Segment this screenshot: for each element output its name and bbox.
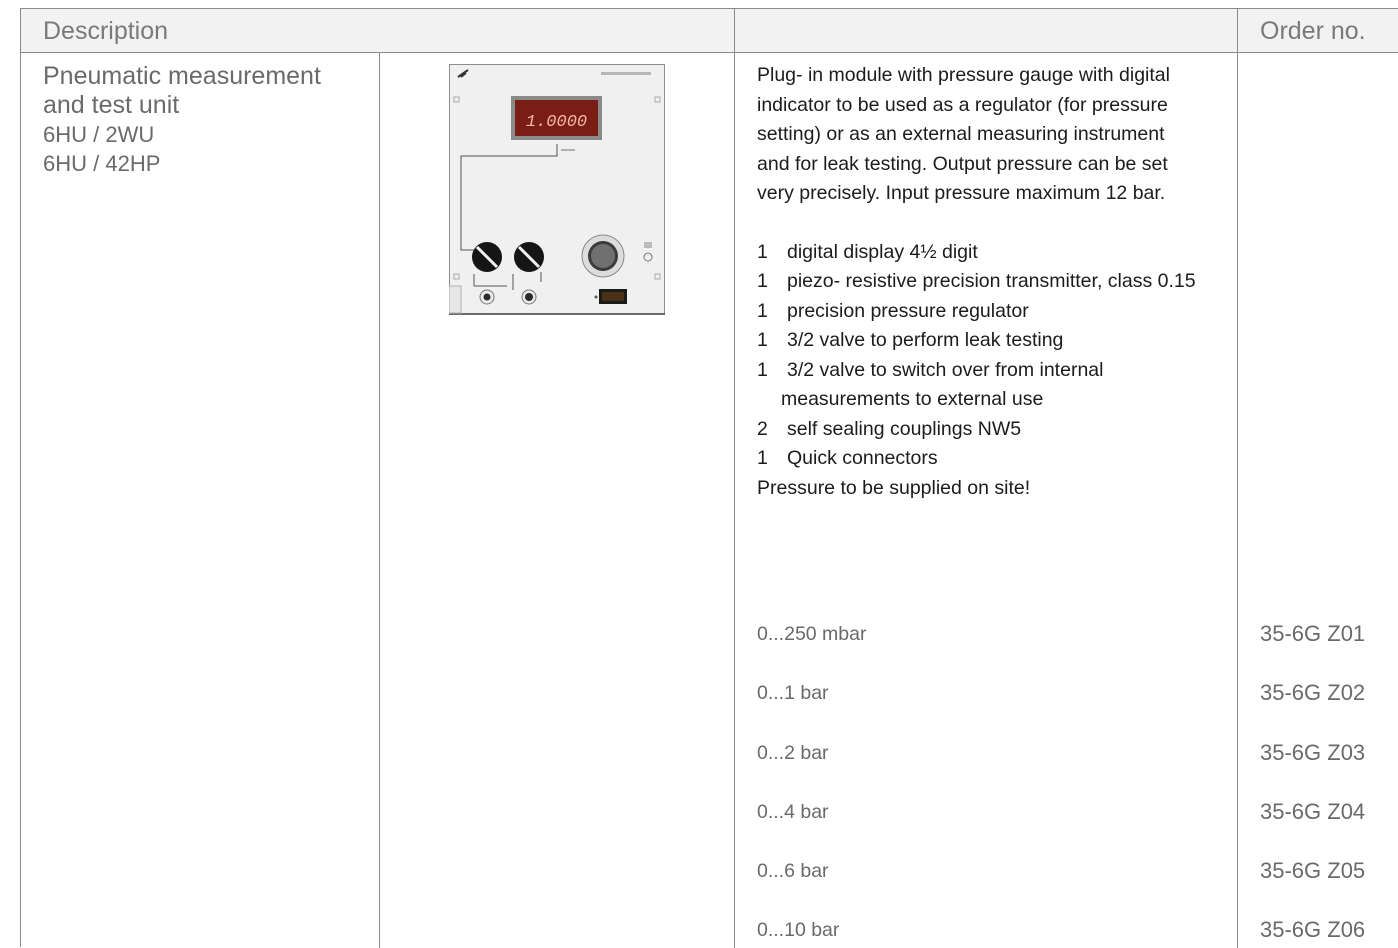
product-name-line: Pneumatic measurement — [43, 62, 321, 90]
list-item: 1 3/2 valve to perform leak testing — [757, 326, 1227, 356]
variant-order-no: 35-6G Z02 — [1260, 680, 1366, 705]
item-qty: 1 — [757, 329, 768, 351]
variant-order-no: 35-6G Z05 — [1260, 858, 1366, 883]
item-text: Quick connectors — [787, 447, 938, 469]
description-line: setting) or as an external measuring ins… — [757, 123, 1165, 145]
variant-range: 0...6 bar — [757, 860, 829, 882]
variant-range: 0...250 mbar — [757, 623, 867, 645]
component-list: 1 digital display 4½ digit 1 piezo- resist… — [757, 238, 1227, 474]
header-order-no: Order no. — [1260, 17, 1366, 45]
item-text: 3/2 valve to switch over from internal — [787, 358, 1104, 381]
column-divider — [734, 9, 735, 948]
column-divider — [1237, 9, 1238, 948]
item-text: measurements to external use — [781, 388, 1044, 410]
item-text: piezo- resistive precision transmitter, … — [787, 270, 1196, 292]
product-table: Description Order no. Pneumatic measurem… — [20, 8, 1398, 948]
description-line: Plug- in module with pressure gauge with… — [757, 64, 1170, 86]
product-size: 6HU / 42HP — [43, 151, 161, 176]
variant-range: 0...4 bar — [757, 801, 829, 823]
display-reading: 1.0000 — [526, 113, 587, 132]
list-item: 1 3/2 valve to switch over from internal — [757, 356, 1227, 386]
variant-order-no: 35-6G Z01 — [1260, 621, 1366, 646]
list-item: 1 Quick connectors — [757, 444, 1227, 474]
item-qty: 1 — [757, 447, 768, 469]
item-text: 3/2 valve to perform leak testing — [787, 329, 1064, 351]
item-qty: 1 — [757, 270, 768, 292]
item-qty: 1 — [757, 358, 768, 381]
item-text: precision pressure regulator — [787, 299, 1029, 322]
item-text: digital display 4½ digit — [787, 240, 978, 263]
variant-order-no: 35-6G Z06 — [1260, 917, 1366, 942]
list-item-continuation: measurements to external use — [757, 385, 1227, 415]
list-item: 1 precision pressure regulator — [757, 297, 1227, 327]
description-line: and for leak testing. Output pressure ca… — [757, 152, 1168, 175]
table-header: Description Order no. — [21, 9, 1398, 53]
list-item: 1 piezo- resistive precision transmitter,… — [757, 267, 1227, 297]
list-item: 2 self sealing couplings NW5 — [757, 415, 1227, 445]
item-qty: 2 — [757, 417, 768, 440]
variant-range: 0...10 bar — [757, 919, 840, 941]
item-qty: 1 — [757, 240, 768, 263]
list-item: 1 digital display 4½ digit — [757, 238, 1227, 268]
description-line: indicator to be used as a regulator (for… — [757, 93, 1168, 116]
item-text: self sealing couplings NW5 — [787, 417, 1022, 440]
column-divider — [379, 53, 380, 948]
product-size: 6HU / 2WU — [43, 122, 155, 147]
variant-order-no: 35-6G Z04 — [1260, 799, 1366, 824]
description-line: very precisely. Input pressure maximum 1… — [757, 182, 1166, 204]
supply-note: Pressure to be supplied on site! — [757, 476, 1031, 499]
variant-range: 0...1 bar — [757, 682, 829, 704]
product-description: Plug- in module with pressure gauge with… — [757, 61, 1227, 503]
product-name-line: and test unit — [43, 91, 180, 119]
product-name: Pneumatic measurement and test unit 6HU … — [43, 62, 321, 178]
header-description: Description — [43, 17, 169, 45]
variant-order-no: 35-6G Z03 — [1260, 740, 1366, 765]
item-qty: 1 — [757, 299, 768, 322]
device-image: 1.0000 — [449, 64, 665, 315]
variant-range: 0...2 bar — [757, 742, 829, 764]
